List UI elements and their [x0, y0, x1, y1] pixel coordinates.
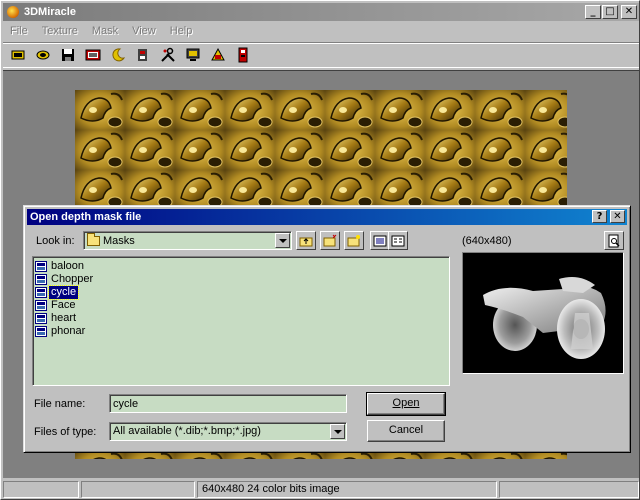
- save-icon[interactable]: [34, 46, 52, 64]
- file-type-value: All available (*.dib;*.bmp;*.jpg): [113, 425, 261, 437]
- menu-bar: File Texture Mask View Help: [3, 22, 639, 40]
- list-view-button[interactable]: [370, 231, 390, 250]
- list-item[interactable]: phonar: [35, 325, 447, 338]
- menu-texture[interactable]: Texture: [35, 25, 85, 37]
- bitmap-file-icon: [35, 313, 47, 324]
- bitmap-file-icon: [35, 274, 47, 285]
- tools-icon[interactable]: [159, 46, 177, 64]
- window-title: 3DMiracle: [24, 6, 76, 18]
- monitor-icon[interactable]: [184, 46, 202, 64]
- menu-help[interactable]: Help: [163, 25, 200, 37]
- toolbar: [3, 42, 639, 68]
- file-name-label: File name:: [34, 398, 86, 410]
- menu-mask[interactable]: Mask: [85, 25, 125, 37]
- list-item[interactable]: heart: [35, 312, 447, 325]
- mask-icon[interactable]: [134, 46, 152, 64]
- dialog-close-button[interactable]: ✕: [610, 210, 625, 223]
- bitmap-file-icon: [35, 300, 47, 311]
- file-name: Face: [51, 299, 76, 311]
- app-window: 3DMiracle _ □ ✕ File Texture Mask View H…: [0, 0, 640, 500]
- details-view-icon: [391, 235, 405, 246]
- file-name-input[interactable]: [109, 394, 347, 413]
- exit-icon[interactable]: [234, 46, 252, 64]
- file-name: heart: [51, 312, 77, 324]
- bitmap-file-icon: [35, 326, 47, 337]
- open-button-label: Open: [392, 397, 420, 409]
- motorcycle-depth-image: [463, 253, 623, 373]
- file-name: Chopper: [51, 273, 94, 285]
- file-type-dropdown[interactable]: All available (*.dib;*.bmp;*.jpg): [109, 422, 347, 441]
- mask-preview: [462, 252, 624, 374]
- list-view-icon: [373, 235, 387, 246]
- open-mask-dialog: Open depth mask file ? ✕ Look in: Masks: [23, 205, 631, 453]
- status-bar: 640x480 24 color bits image: [3, 481, 639, 499]
- list-item[interactable]: baloon: [35, 260, 447, 273]
- up-folder-icon: [299, 237, 313, 246]
- preview-size-label: (640x480): [462, 235, 512, 247]
- preview-zoom-button[interactable]: [604, 231, 624, 250]
- new-folder-button[interactable]: [320, 231, 340, 250]
- menu-view[interactable]: View: [125, 25, 163, 37]
- menu-file[interactable]: File: [3, 25, 35, 37]
- folder-icon: [87, 232, 100, 246]
- look-in-label: Look in:: [36, 235, 75, 247]
- details-view-button[interactable]: [388, 231, 408, 250]
- file-type-label: Files of type:: [34, 426, 97, 438]
- chevron-down-icon[interactable]: [275, 233, 290, 248]
- look-in-value: Masks: [103, 234, 135, 247]
- stereo-icon[interactable]: [84, 46, 102, 64]
- bitmap-file-icon: [35, 287, 47, 298]
- file-name: baloon: [51, 260, 85, 272]
- open-icon[interactable]: [9, 46, 27, 64]
- file-list[interactable]: baloon Chopper cycle Face heart phonar: [32, 256, 450, 386]
- dialog-title: Open depth mask file: [30, 211, 142, 223]
- status-cell-1: [3, 481, 79, 498]
- dialog-title-bar[interactable]: Open depth mask file ? ✕: [27, 209, 627, 225]
- minimize-button[interactable]: _: [585, 5, 601, 19]
- print-icon[interactable]: [209, 46, 227, 64]
- chevron-down-icon[interactable]: [330, 424, 345, 439]
- open-button[interactable]: Open: [366, 392, 446, 416]
- cancel-button-label: Cancel: [388, 424, 424, 436]
- up-folder-button[interactable]: [296, 231, 316, 250]
- file-name: phonar: [51, 325, 86, 337]
- maximize-button[interactable]: □: [602, 5, 618, 19]
- new-folder-icon: [323, 234, 337, 246]
- moon-icon[interactable]: [109, 46, 127, 64]
- app-logo-icon[interactable]: [6, 5, 20, 19]
- magnify-page-icon: [608, 234, 620, 247]
- list-item[interactable]: Chopper: [35, 273, 447, 286]
- dialog-help-button[interactable]: ?: [592, 210, 607, 223]
- status-cell-2: [81, 481, 195, 498]
- close-button[interactable]: ✕: [621, 5, 637, 19]
- cancel-button[interactable]: Cancel: [367, 420, 445, 442]
- list-item[interactable]: Face: [35, 299, 447, 312]
- file-name: cycle: [47, 285, 80, 300]
- desktop-button[interactable]: [344, 231, 364, 250]
- status-cell-4: [499, 481, 639, 498]
- look-in-dropdown[interactable]: Masks: [83, 231, 292, 250]
- desktop-icon: [347, 234, 360, 246]
- title-bar[interactable]: 3DMiracle _ □ ✕: [3, 3, 639, 21]
- disk-icon[interactable]: [59, 46, 77, 64]
- status-image-info: 640x480 24 color bits image: [197, 481, 497, 498]
- list-item-selected[interactable]: cycle: [35, 285, 447, 300]
- bitmap-file-icon: [35, 261, 47, 272]
